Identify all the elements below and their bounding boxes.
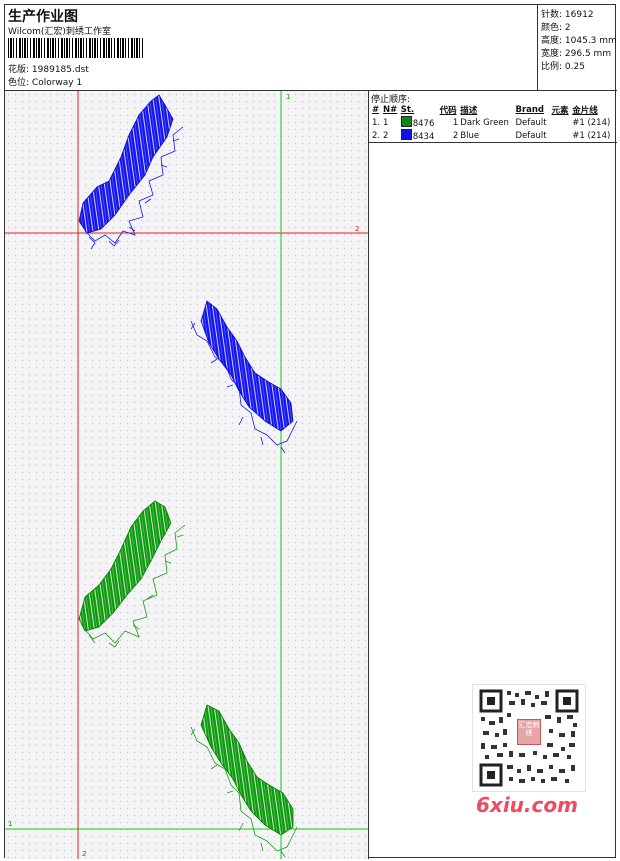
stat-width: 宽度: 296.5 mm <box>541 49 612 59</box>
table-row: 2. 2 8434 2 Blue Default #1 (214) <box>372 129 611 142</box>
stat-stitches: 针数: 16912 <box>541 10 594 20</box>
design-label: 花版: <box>8 65 30 75</box>
studio-name: Wilcom(汇宏)刺绣工作室 <box>8 27 111 37</box>
sheet-title: 生产作业图 <box>8 9 78 25</box>
colorway-label: 色位: <box>8 78 30 88</box>
col-code: 代码 <box>439 106 457 116</box>
stat-colors: 颜色: 2 <box>541 23 571 33</box>
panel-divider <box>368 90 369 859</box>
color-swatch <box>400 129 412 140</box>
table-bottom-rule <box>368 142 617 143</box>
site-watermark: 6xiu.com <box>476 793 578 817</box>
guide-label-v-bottom: 2 <box>82 850 86 858</box>
colorway-row: 色位: Colorway 1 <box>8 75 82 88</box>
guide-label-h-top: 2 <box>355 225 359 233</box>
design-canvas: 1 2 1 2 <box>5 91 368 859</box>
col-index: # <box>372 105 380 115</box>
production-sheet: 生产作业图 Wilcom(汇宏)刺绣工作室 花版: 1989185.dst 色位… <box>4 4 618 859</box>
guide-label-h-bottom: 1 <box>8 820 12 828</box>
col-sequin: 金片线 <box>572 106 598 116</box>
design-file-row: 花版: 1989185.dst <box>8 62 89 75</box>
stat-height: 高度: 1045.3 mm <box>541 36 617 46</box>
motif-green-middle <box>78 500 186 648</box>
watermark-stamp: 汇宏刺绣 <box>517 719 541 745</box>
table-row: 1. 1 8476 1 Dark Green Default #1 (214) <box>372 116 611 129</box>
guide-label-v-top: 1 <box>286 93 290 101</box>
col-desc: 描述 <box>460 106 478 116</box>
stat-scale: 比例: 0.25 <box>541 62 585 72</box>
header-info: 生产作业图 Wilcom(汇宏)刺绣工作室 花版: 1989185.dst 色位… <box>5 5 537 90</box>
col-brand: Brand <box>515 105 545 115</box>
colorway-value: Colorway 1 <box>31 78 83 88</box>
motif-blue-top <box>78 94 184 250</box>
barcode <box>8 38 143 58</box>
design-preview: 1 2 1 2 <box>5 91 368 859</box>
stats-panel: 针数: 16912 颜色: 2 高度: 1045.3 mm 宽度: 296.5 … <box>537 5 618 90</box>
table-header-row: # N# St. 代码 描述 Brand 元素 金片线 <box>371 104 615 116</box>
stop-sequence-table: # N# St. 代码 描述 Brand 元素 金片线 1. 1 8476 1 … <box>371 104 615 142</box>
col-element: 元素 <box>551 106 569 116</box>
qr-code: 汇宏刺绣 <box>472 684 586 792</box>
col-n: N# <box>383 105 398 115</box>
col-st: St. <box>400 105 415 115</box>
color-swatch <box>400 116 412 127</box>
design-value: 1989185.dst <box>31 65 89 75</box>
